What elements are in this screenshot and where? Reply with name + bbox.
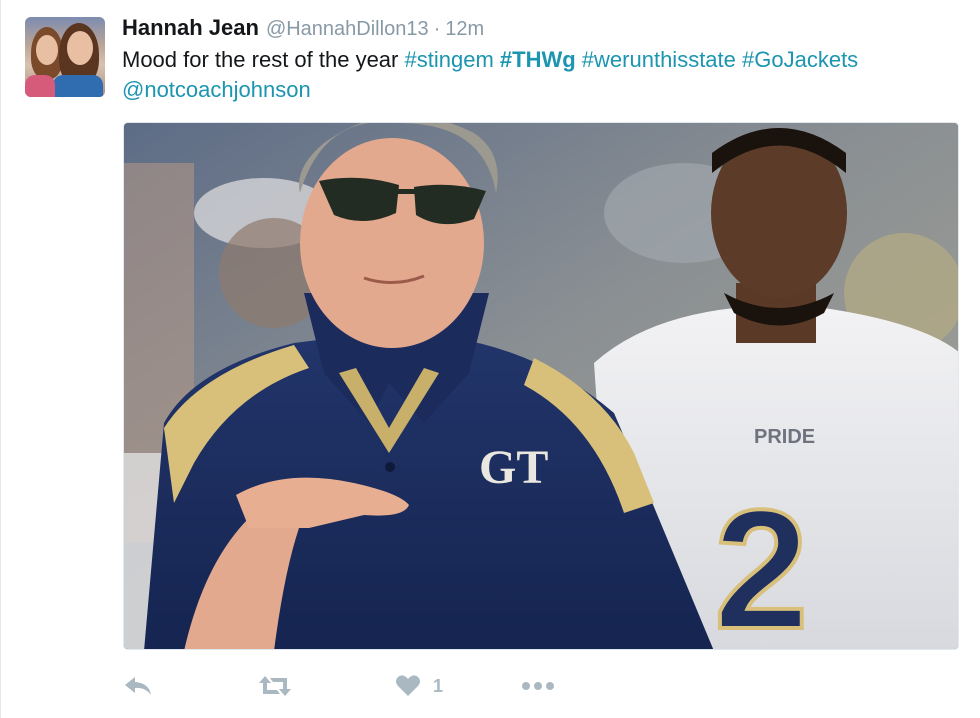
author-name[interactable]: Hannah Jean [122,15,259,41]
separator-dot: · [433,18,441,40]
tweet-actions: 1 [123,668,583,704]
jersey-number: 2 [714,475,809,650]
tweet-body-text: Mood for the rest of the year [122,47,399,72]
reply-icon [125,677,151,695]
gt-logo-text: GT [479,441,548,494]
retweet-button[interactable] [258,668,292,704]
hashtag-link[interactable]: #werunthisstate [582,47,736,72]
tweet-photo[interactable]: PRIDE 2 GT [123,122,959,650]
tweet-text: Mood for the rest of the year #stingem #… [122,45,952,105]
heart-icon [396,675,420,696]
author-handle[interactable]: @HannahDillon13 [266,18,429,41]
like-button[interactable]: 1 [395,668,443,704]
mention-link[interactable]: @notcoachjohnson [122,77,311,102]
photo-illustration: PRIDE 2 GT [124,123,958,650]
like-count: 1 [433,675,444,696]
hashtag-link[interactable]: #stingem [405,47,494,72]
retweet-icon [259,676,291,696]
hashtag-link[interactable]: #GoJackets [742,47,858,72]
reply-button[interactable] [123,668,153,704]
jersey-text: PRIDE [754,426,815,448]
tweet-card[interactable]: Hannah Jean @HannahDillon13 · 12m Mood f… [0,0,980,718]
more-button[interactable] [521,668,555,704]
more-icon [522,682,554,690]
hashtag-link[interactable]: #THWg [500,47,576,72]
tweet-header: Hannah Jean @HannahDillon13 · 12m [122,15,484,43]
avatar[interactable] [25,17,105,97]
timestamp[interactable]: 12m [445,18,484,41]
